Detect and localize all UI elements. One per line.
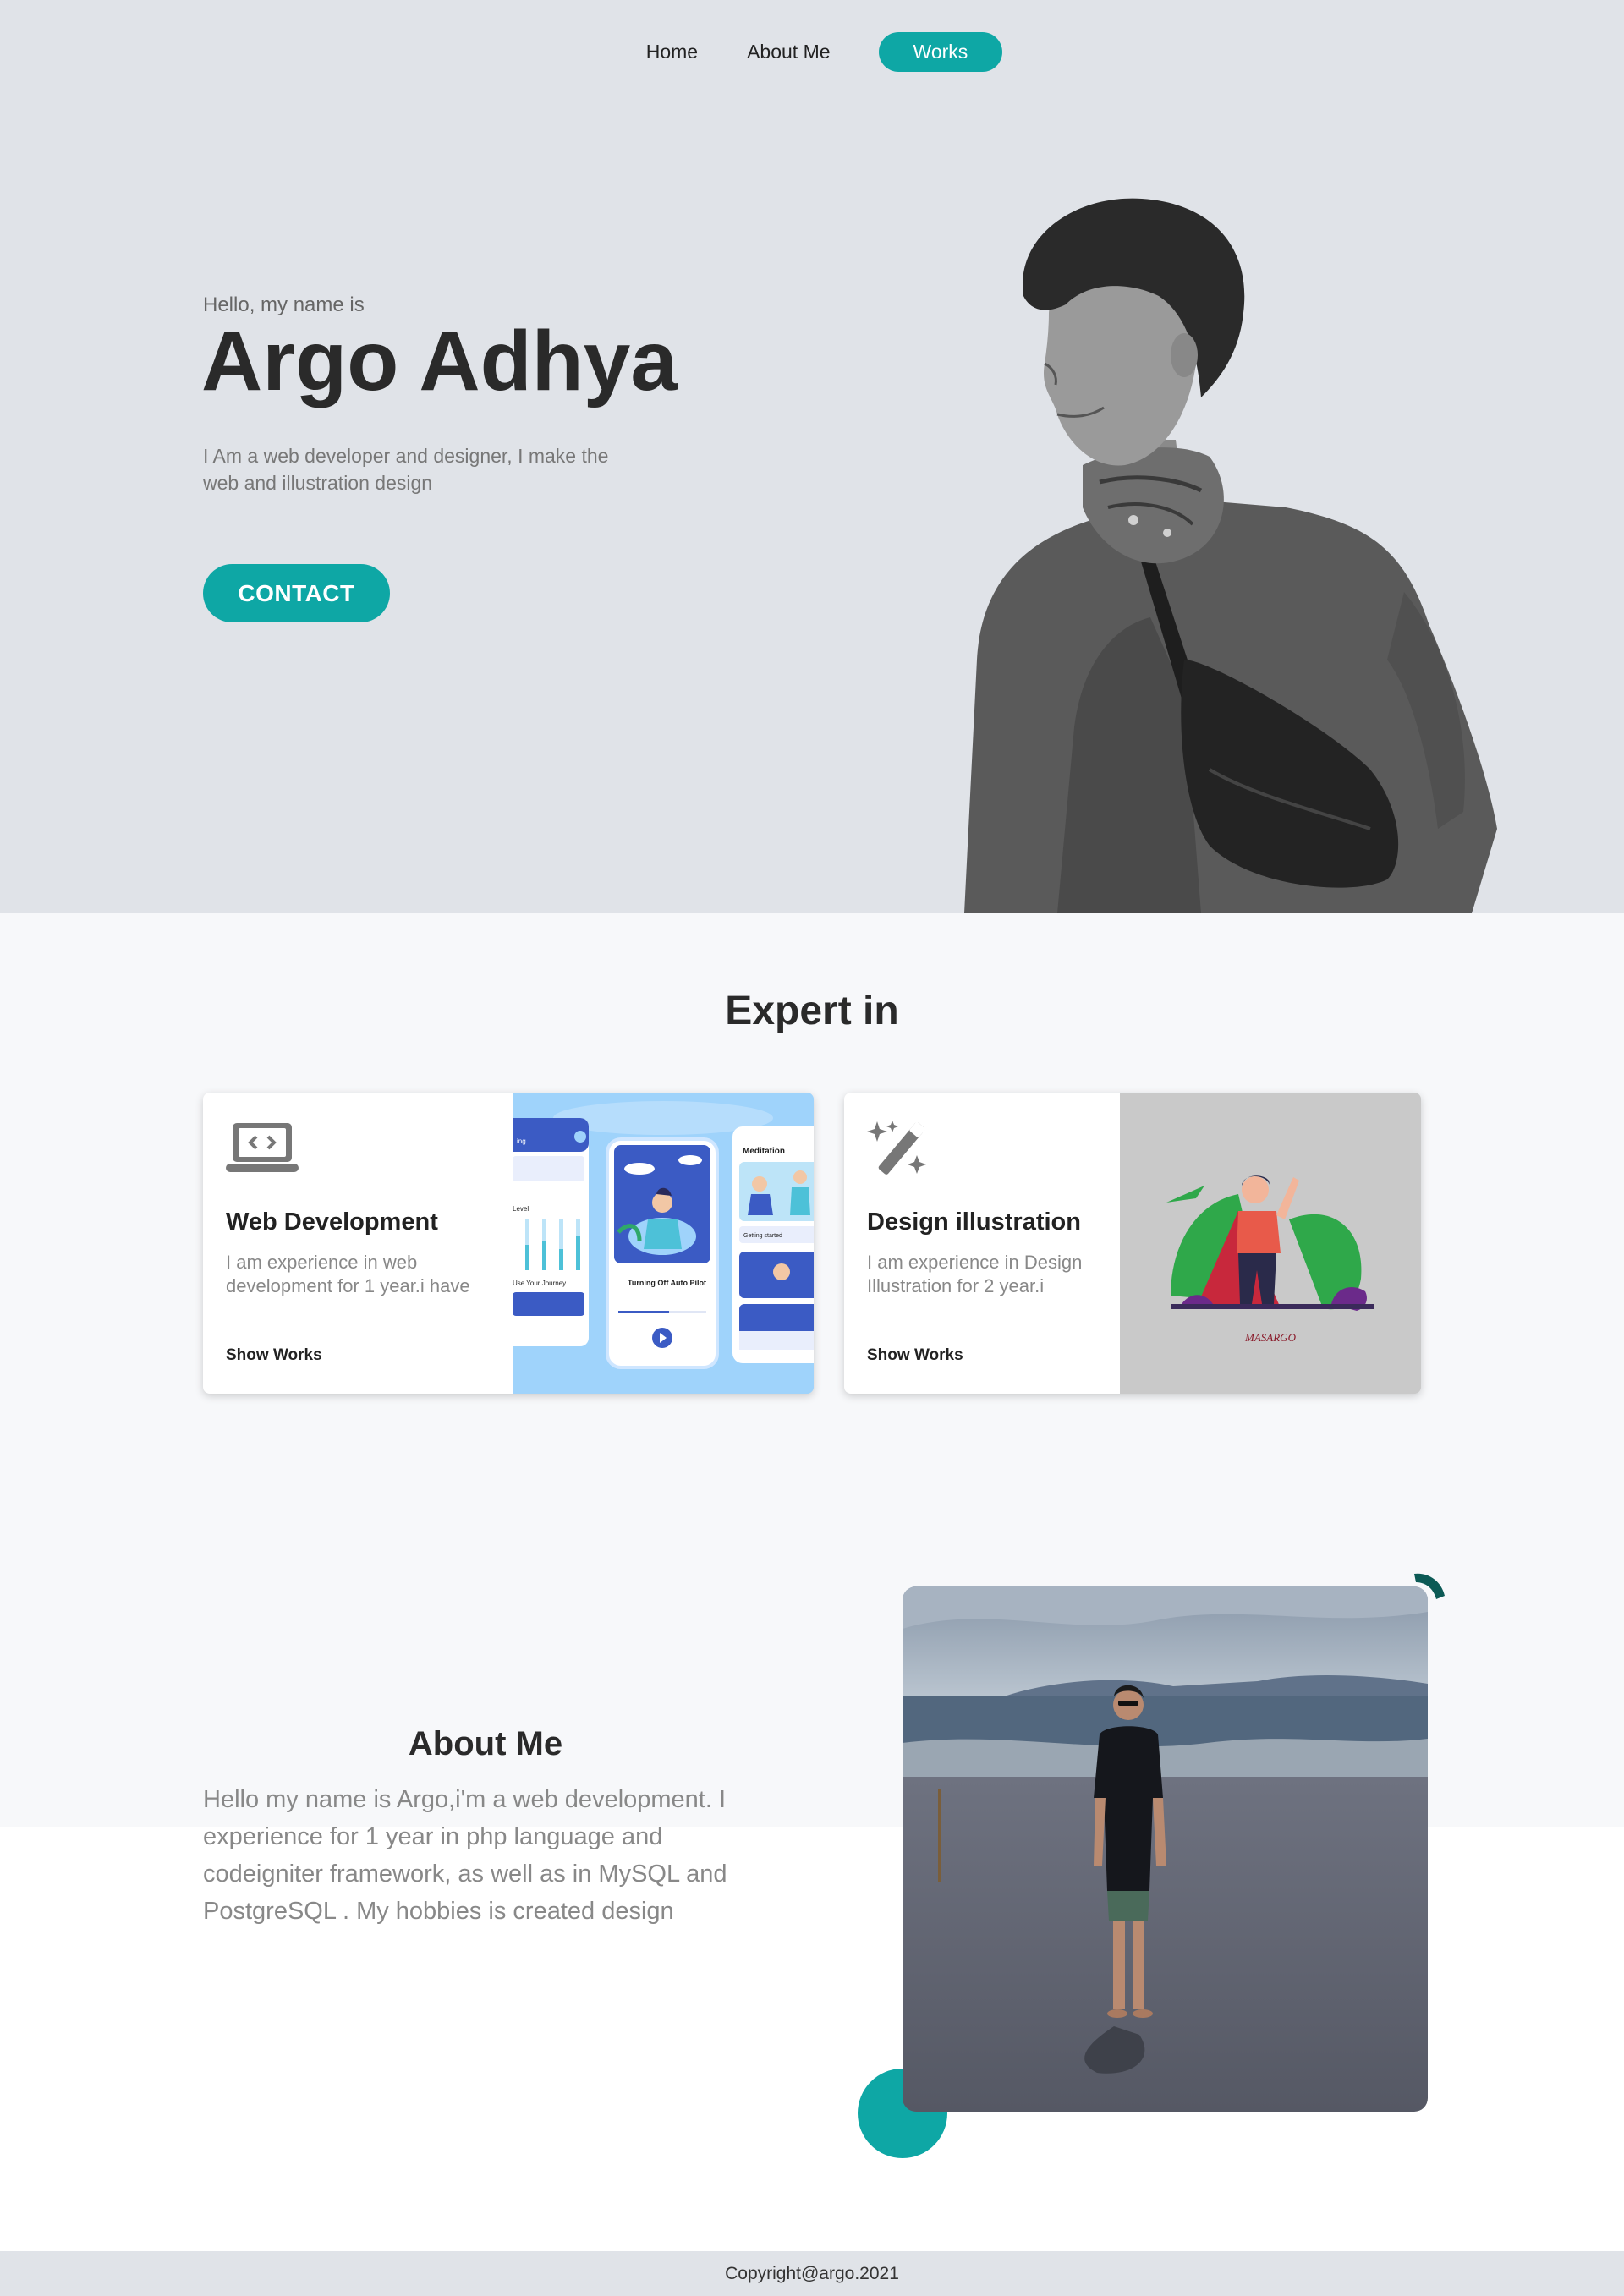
hero-section: Home About Me Works Hello, my name is Ar… bbox=[0, 0, 1624, 913]
hero-name: Argo Adhya bbox=[201, 314, 678, 408]
card-title: Web Development bbox=[226, 1208, 438, 1236]
nav-works[interactable]: Works bbox=[878, 32, 1003, 72]
illustration-preview-image: MASARGO bbox=[1120, 1093, 1421, 1394]
top-nav: Home About Me Works bbox=[0, 32, 1624, 72]
about-photo bbox=[903, 1586, 1428, 2112]
about-text: Hello my name is Argo,i'm a web developm… bbox=[203, 1786, 727, 1925]
copyright-text: Copyright@argo.2021 bbox=[725, 2263, 899, 2283]
mockup-text: Use Your Journey bbox=[513, 1280, 566, 1287]
card-description: I am experience in Design Illustration f… bbox=[867, 1252, 1083, 1296]
contact-button[interactable]: CONTACT bbox=[203, 564, 390, 622]
web-app-mockup-image: ing Level Use Your Journey Turning Off A… bbox=[513, 1093, 814, 1394]
card-description: I am experience in web development for 1… bbox=[226, 1252, 470, 1296]
expert-title: Expert in bbox=[725, 989, 899, 1033]
nav-home[interactable]: Home bbox=[622, 32, 722, 72]
laptop-code-icon bbox=[226, 1123, 299, 1172]
show-works-link[interactable]: Show Works bbox=[867, 1346, 963, 1365]
about-title: About Me bbox=[408, 1725, 563, 1762]
mockup-text: Turning Off Auto Pilot bbox=[628, 1279, 706, 1287]
mockup-text: MASARGO bbox=[1244, 1331, 1297, 1344]
mockup-text: Level bbox=[513, 1205, 529, 1213]
card-design-illustration: Design illustration I am experience in D… bbox=[844, 1093, 1421, 1394]
card-title: Design illustration bbox=[867, 1208, 1081, 1236]
mockup-text: ing bbox=[517, 1137, 526, 1145]
footer: Copyright@argo.2021 bbox=[0, 2251, 1624, 2296]
magic-wand-icon bbox=[867, 1121, 926, 1175]
hero-description: I Am a web developer and designer, I mak… bbox=[203, 445, 609, 494]
card-web-development: Web Development I am experience in web d… bbox=[203, 1093, 814, 1394]
nav-about-me[interactable]: About Me bbox=[722, 32, 854, 72]
mockup-text: Getting started bbox=[743, 1233, 782, 1239]
show-works-link[interactable]: Show Works bbox=[226, 1346, 322, 1365]
hero-portrait bbox=[964, 198, 1497, 913]
mockup-text: Meditation bbox=[743, 1147, 785, 1156]
